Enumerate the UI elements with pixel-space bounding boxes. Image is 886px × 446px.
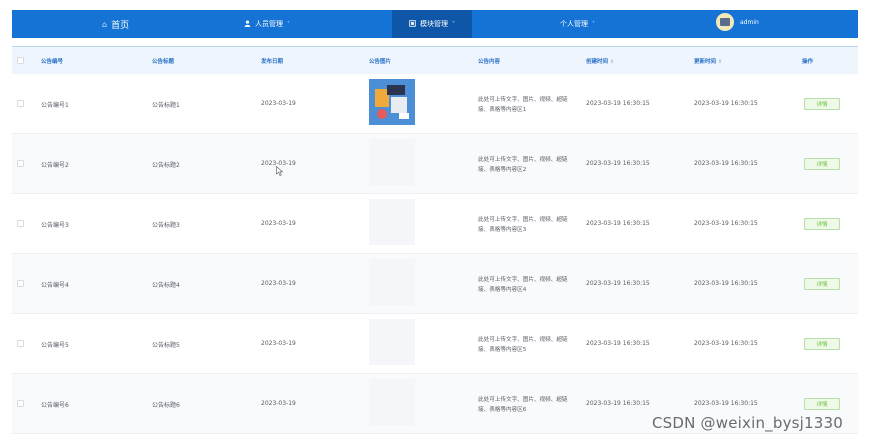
page: ⌂ 首页 人员管理 ˅ 模块管理 ˅ 个人管理 ˅ admin 公告编号 公告标… xyxy=(0,0,886,446)
header-updated[interactable]: 更新时间 ⇕ xyxy=(694,57,722,65)
nav-personal[interactable]: 个人管理 ˅ xyxy=(560,10,595,38)
detail-button[interactable]: 详情 xyxy=(804,278,840,290)
table-row: 公告编号2 公告标题2 2023-03-19 此处可上传文字、图片、视频、超链接… xyxy=(12,134,858,194)
announcement-image-placeholder[interactable] xyxy=(369,259,415,305)
announcement-table: 公告编号 公告标题 发布日期 公告图片 公告内容 创建时间 ⇕ 更新时间 ⇕ 操作 … xyxy=(12,46,858,434)
cell-title: 公告标题4 xyxy=(152,282,180,289)
table-row: 公告编号5 公告标题5 2023-03-19 此处可上传文字、图片、视频、超链接… xyxy=(12,314,858,374)
nav-users[interactable]: 人员管理 ˅ xyxy=(244,10,290,38)
home-icon: ⌂ xyxy=(102,19,108,29)
cell-date: 2023-03-19 xyxy=(261,340,296,347)
cell-updated: 2023-03-19 16:30:15 xyxy=(694,220,758,227)
detail-button[interactable]: 详情 xyxy=(804,98,840,110)
row-checkbox[interactable] xyxy=(17,160,24,167)
header-image: 公告图片 xyxy=(369,58,392,65)
sort-icon[interactable]: ⇕ xyxy=(610,59,614,65)
cell-number: 公告编号2 xyxy=(41,162,69,169)
cell-title: 公告标题3 xyxy=(152,222,180,229)
header-number: 公告编号 xyxy=(41,58,64,65)
nav-users-label: 人员管理 xyxy=(255,20,283,28)
cell-title: 公告标题2 xyxy=(152,162,180,169)
watermark: CSDN @weixin_bysj1330 xyxy=(652,414,844,432)
detail-button[interactable]: 详情 xyxy=(804,338,840,350)
nav-home[interactable]: ⌂ 首页 xyxy=(102,10,129,38)
chevron-down-icon: ˅ xyxy=(592,20,595,28)
detail-button[interactable]: 详情 xyxy=(804,218,840,230)
user-icon xyxy=(244,19,251,29)
table-header: 公告编号 公告标题 发布日期 公告图片 公告内容 创建时间 ⇕ 更新时间 ⇕ 操作 xyxy=(12,47,858,74)
header-date: 发布日期 xyxy=(261,58,284,65)
cell-number: 公告编号1 xyxy=(41,102,69,109)
cell-updated: 2023-03-19 16:30:15 xyxy=(694,340,758,347)
cell-content: 此处可上传文字、图片、视频、超链接、表格等内容区1 xyxy=(478,97,568,113)
cell-content: 此处可上传文字、图片、视频、超链接、表格等内容区2 xyxy=(478,157,568,173)
user-menu[interactable]: admin xyxy=(716,13,759,31)
cell-title: 公告标题6 xyxy=(152,402,180,409)
cell-number: 公告编号5 xyxy=(41,342,69,349)
cell-updated: 2023-03-19 16:30:15 xyxy=(694,100,758,107)
announcement-image-placeholder[interactable] xyxy=(369,379,415,425)
cell-date: 2023-03-19 xyxy=(261,400,296,407)
cell-created: 2023-03-19 16:30:15 xyxy=(586,100,650,107)
chevron-down-icon: ˅ xyxy=(452,20,455,28)
table-row: 公告编号4 公告标题4 2023-03-19 此处可上传文字、图片、视频、超链接… xyxy=(12,254,858,314)
cell-number: 公告编号6 xyxy=(41,402,69,409)
detail-button[interactable]: 详情 xyxy=(804,158,840,170)
announcement-image-placeholder[interactable] xyxy=(369,199,415,245)
row-checkbox[interactable] xyxy=(17,220,24,227)
cell-updated: 2023-03-19 16:30:15 xyxy=(694,280,758,287)
nav-personal-label: 个人管理 xyxy=(560,20,588,28)
cell-date: 2023-03-19 xyxy=(261,280,296,287)
nav-modules[interactable]: 模块管理 ˅ xyxy=(392,10,472,38)
cell-updated: 2023-03-19 16:30:15 xyxy=(694,400,758,407)
cell-content: 此处可上传文字、图片、视频、超链接、表格等内容区3 xyxy=(478,217,568,233)
announcement-image-placeholder[interactable] xyxy=(369,139,415,185)
announcement-image-placeholder[interactable] xyxy=(369,319,415,365)
top-nav-bar: ⌂ 首页 人员管理 ˅ 模块管理 ˅ 个人管理 ˅ admin xyxy=(12,10,858,38)
row-checkbox[interactable] xyxy=(17,100,24,107)
cell-date: 2023-03-19 xyxy=(261,100,296,107)
header-action: 操作 xyxy=(802,58,814,65)
cell-title: 公告标题1 xyxy=(152,102,180,109)
user-name: admin xyxy=(740,18,759,26)
avatar[interactable] xyxy=(716,13,734,31)
detail-button[interactable]: 详情 xyxy=(804,398,840,410)
mouse-cursor-icon xyxy=(276,166,284,176)
header-content: 公告内容 xyxy=(478,58,501,65)
cell-title: 公告标题5 xyxy=(152,342,180,349)
header-title: 公告标题 xyxy=(152,58,175,65)
cell-content: 此处可上传文字、图片、视频、超链接、表格等内容区5 xyxy=(478,337,568,353)
cell-number: 公告编号4 xyxy=(41,282,69,289)
chevron-down-icon: ˅ xyxy=(287,20,290,28)
cell-created: 2023-03-19 16:30:15 xyxy=(586,280,650,287)
cell-number: 公告编号3 xyxy=(41,222,69,229)
table-row: 公告编号3 公告标题3 2023-03-19 此处可上传文字、图片、视频、超链接… xyxy=(12,194,858,254)
row-checkbox[interactable] xyxy=(17,340,24,347)
cell-date: 2023-03-19 xyxy=(261,220,296,227)
cell-created: 2023-03-19 16:30:15 xyxy=(586,340,650,347)
sort-icon[interactable]: ⇕ xyxy=(718,59,722,65)
cell-content: 此处可上传文字、图片、视频、超链接、表格等内容区4 xyxy=(478,277,568,293)
cell-created: 2023-03-19 16:30:15 xyxy=(586,160,650,167)
nav-modules-label: 模块管理 xyxy=(420,20,448,28)
cell-created: 2023-03-19 16:30:15 xyxy=(586,220,650,227)
announcement-image[interactable] xyxy=(369,79,415,125)
row-checkbox[interactable] xyxy=(17,280,24,287)
table-row: 公告编号1 公告标题1 2023-03-19 此处可上传文字、图片、视频、超链接… xyxy=(12,74,858,134)
select-all-checkbox[interactable] xyxy=(17,57,24,64)
cell-created: 2023-03-19 16:30:15 xyxy=(586,400,650,407)
nav-home-label: 首页 xyxy=(111,20,130,31)
cell-updated: 2023-03-19 16:30:15 xyxy=(694,160,758,167)
row-checkbox[interactable] xyxy=(17,400,24,407)
module-icon xyxy=(409,19,416,29)
cell-content: 此处可上传文字、图片、视频、超链接、表格等内容区6 xyxy=(478,397,568,413)
header-created[interactable]: 创建时间 ⇕ xyxy=(586,57,614,65)
